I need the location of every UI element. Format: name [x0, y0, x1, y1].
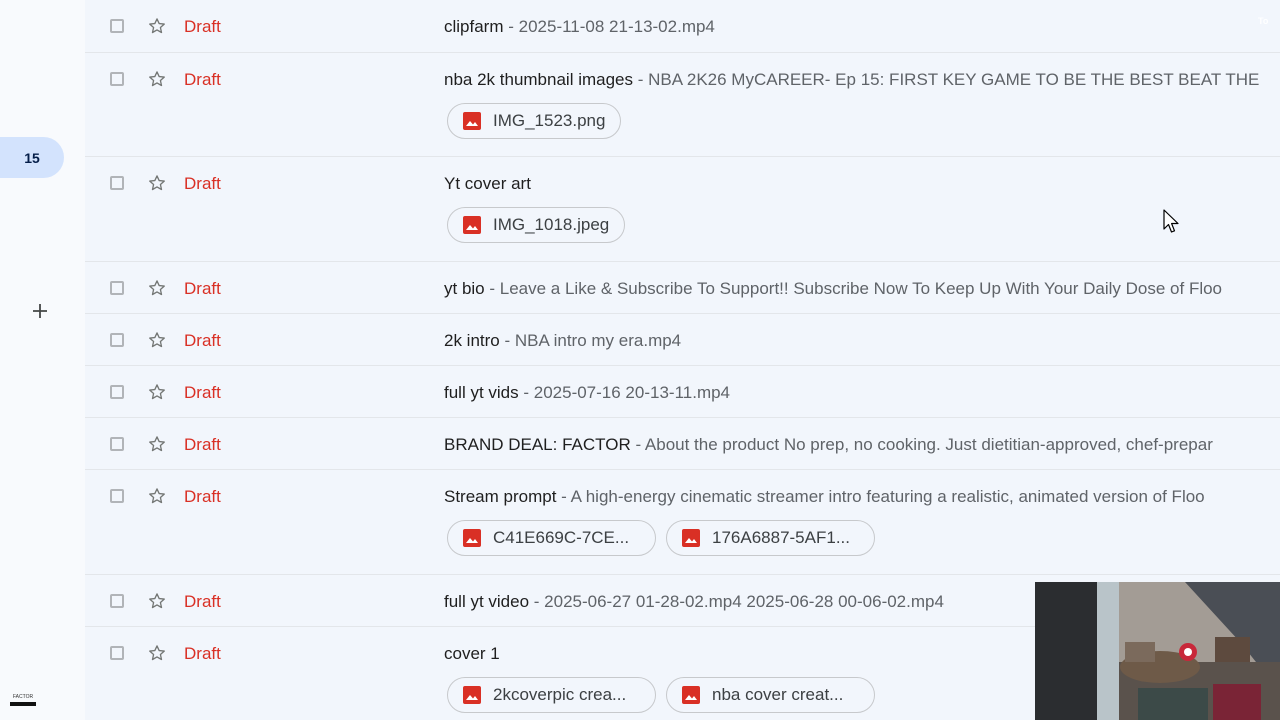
attachment-name: C41E669C-7CE...: [493, 528, 630, 547]
attachment-chip[interactable]: C41E669C-7CE...: [447, 520, 656, 556]
subject: Stream prompt: [444, 487, 557, 506]
email-row[interactable]: Draft clipfarm - 2025-11-08 21-13-02.mp4: [85, 0, 1280, 53]
snippet: - NBA intro my era.mp4: [499, 331, 682, 350]
attachment-chip[interactable]: IMG_1018.jpeg: [447, 207, 626, 243]
select-checkbox[interactable]: [110, 333, 124, 347]
select-checkbox[interactable]: [110, 489, 124, 503]
select-checkbox[interactable]: [110, 176, 124, 190]
select-checkbox[interactable]: [110, 281, 124, 295]
attachment-name: IMG_1018.jpeg: [493, 215, 610, 234]
message-preview[interactable]: clipfarm - 2025-11-08 21-13-02.mp4: [444, 17, 715, 37]
attachment-list: IMG_1018.jpeg: [447, 207, 626, 243]
message-preview[interactable]: full yt video - 2025-06-27 01-28-02.mp4 …: [444, 592, 944, 612]
sender-label: Draft: [184, 331, 221, 350]
overlay-corner-text: To: [1258, 16, 1269, 26]
select-checkbox[interactable]: [110, 437, 124, 451]
factor-logo: FACTOR: [8, 694, 38, 712]
star-icon[interactable]: [147, 643, 167, 663]
snippet: - A high-energy cinematic streamer intro…: [556, 487, 1205, 506]
image-attachment-icon: [463, 529, 481, 547]
subject: full yt video: [444, 592, 530, 611]
star-icon[interactable]: [147, 591, 167, 611]
sender-label: Draft: [184, 644, 221, 663]
sender-label: Draft: [184, 592, 221, 611]
message-preview[interactable]: full yt vids - 2025-07-16 20-13-11.mp4: [444, 383, 730, 403]
email-row[interactable]: Draft nba 2k thumbnail images - NBA 2K26…: [85, 53, 1280, 157]
sender-label: Draft: [184, 487, 221, 506]
image-attachment-icon: [463, 112, 481, 130]
email-row[interactable]: Draft 2k intro - NBA intro my era.mp4: [85, 314, 1280, 366]
message-preview[interactable]: yt bio - Leave a Like & Subscribe To Sup…: [444, 279, 1222, 299]
email-row[interactable]: Draft Stream prompt - A high-energy cine…: [85, 470, 1280, 575]
message-preview[interactable]: cover 1: [444, 644, 500, 664]
subject: Yt cover art: [444, 174, 531, 193]
attachment-list: IMG_1523.png: [447, 103, 622, 139]
sender-label: Draft: [184, 279, 221, 298]
star-icon[interactable]: [147, 173, 167, 193]
sender-label: Draft: [184, 17, 221, 36]
image-attachment-icon: [463, 216, 481, 234]
mouse-cursor-icon: [1163, 209, 1179, 233]
unread-count-badge[interactable]: 15: [0, 137, 64, 178]
star-icon[interactable]: [147, 486, 167, 506]
attachment-name: 2kcoverpic crea...: [493, 685, 627, 704]
star-icon[interactable]: [147, 16, 167, 36]
select-checkbox[interactable]: [110, 385, 124, 399]
sender-label: Draft: [184, 174, 221, 193]
attachment-name: 176A6887-5AF1...: [712, 528, 850, 547]
star-icon[interactable]: [147, 69, 167, 89]
snippet: - About the product No prep, no cooking.…: [630, 435, 1213, 454]
image-attachment-icon: [682, 686, 700, 704]
message-preview[interactable]: BRAND DEAL: FACTOR - About the product N…: [444, 435, 1213, 455]
snippet: - Leave a Like & Subscribe To Support!! …: [484, 279, 1223, 298]
attachment-chip[interactable]: 176A6887-5AF1...: [666, 520, 875, 556]
email-row[interactable]: Draft Yt cover art IMG_1018.jpeg: [85, 157, 1280, 262]
image-attachment-icon: [682, 529, 700, 547]
attachment-name: nba cover creat...: [712, 685, 844, 704]
image-attachment-icon: [463, 686, 481, 704]
subject: yt bio: [444, 279, 485, 298]
sender-label: Draft: [184, 70, 221, 89]
message-preview[interactable]: Stream prompt - A high-energy cinematic …: [444, 487, 1205, 507]
left-rail: 15 FACTOR: [0, 0, 85, 720]
message-preview[interactable]: 2k intro - NBA intro my era.mp4: [444, 331, 681, 351]
snippet: - 2025-07-16 20-13-11.mp4: [518, 383, 731, 402]
star-icon[interactable]: [147, 434, 167, 454]
attachment-chip[interactable]: nba cover creat...: [666, 677, 875, 713]
webcam-overlay: [1035, 582, 1280, 720]
select-checkbox[interactable]: [110, 594, 124, 608]
subject: full yt vids: [444, 383, 519, 402]
select-checkbox[interactable]: [110, 646, 124, 660]
subject: clipfarm: [444, 17, 504, 36]
factor-logo-text: FACTOR: [12, 694, 34, 700]
select-checkbox[interactable]: [110, 19, 124, 33]
attachment-list: C41E669C-7CE... 176A6887-5AF1...: [447, 520, 875, 556]
snippet: - 2025-11-08 21-13-02.mp4: [503, 17, 715, 36]
message-preview[interactable]: Yt cover art: [444, 174, 531, 194]
snippet: - 2025-06-27 01-28-02.mp4 2025-06-28 00-…: [529, 592, 944, 611]
attachment-name: IMG_1523.png: [493, 111, 606, 130]
attachment-list: 2kcoverpic crea... nba cover creat...: [447, 677, 875, 713]
attachment-chip[interactable]: 2kcoverpic crea...: [447, 677, 656, 713]
snippet: - NBA 2K26 MyCAREER- Ep 15: FIRST KEY GA…: [633, 70, 1260, 89]
subject: nba 2k thumbnail images: [444, 70, 634, 89]
sender-label: Draft: [184, 435, 221, 454]
attachment-chip[interactable]: IMG_1523.png: [447, 103, 622, 139]
subject: cover 1: [444, 644, 500, 663]
email-row[interactable]: Draft BRAND DEAL: FACTOR - About the pro…: [85, 418, 1280, 470]
star-icon[interactable]: [147, 278, 167, 298]
subject: 2k intro: [444, 331, 500, 350]
plus-icon[interactable]: [28, 299, 52, 323]
email-row[interactable]: Draft full yt vids - 2025-07-16 20-13-11…: [85, 366, 1280, 418]
email-row[interactable]: Draft yt bio - Leave a Like & Subscribe …: [85, 262, 1280, 314]
sender-label: Draft: [184, 383, 221, 402]
star-icon[interactable]: [147, 382, 167, 402]
select-checkbox[interactable]: [110, 72, 124, 86]
subject: BRAND DEAL: FACTOR: [444, 435, 631, 454]
star-icon[interactable]: [147, 330, 167, 350]
message-preview[interactable]: nba 2k thumbnail images - NBA 2K26 MyCAR…: [444, 70, 1259, 90]
